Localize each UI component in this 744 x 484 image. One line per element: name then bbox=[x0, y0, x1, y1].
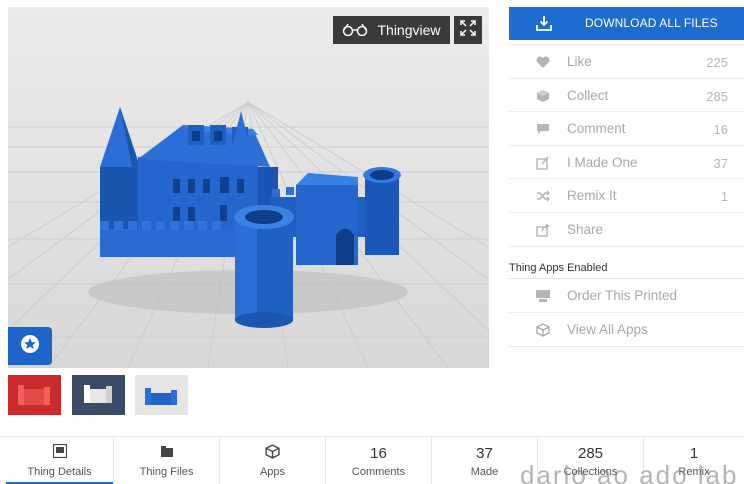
tab-label: Made bbox=[470, 466, 499, 478]
tab-label: Thing Details bbox=[27, 466, 92, 478]
thing-tabs: Thing Details Thing Files Apps 16 Commen… bbox=[0, 436, 744, 484]
like-action[interactable]: Like 225 bbox=[509, 45, 744, 79]
tab-apps[interactable]: Apps bbox=[220, 437, 326, 484]
expand-icon bbox=[460, 19, 476, 41]
thumbnail-blue-castle[interactable] bbox=[135, 375, 188, 415]
thumbnail-red-castle[interactable] bbox=[8, 375, 61, 415]
thing-actions-list: Like 225 Collect 285 Comment 16 I Made O… bbox=[509, 44, 744, 247]
glasses-icon bbox=[342, 22, 368, 39]
remix-label: Remix It bbox=[567, 188, 617, 204]
comment-label: Comment bbox=[567, 121, 626, 137]
made-icon bbox=[535, 155, 551, 171]
cube-icon bbox=[265, 443, 280, 463]
details-icon bbox=[52, 443, 67, 462]
share-icon bbox=[535, 222, 551, 238]
made-one-count: 37 bbox=[713, 155, 728, 171]
remix-action[interactable]: Remix It 1 bbox=[509, 179, 744, 213]
tab-count: 16 bbox=[370, 444, 387, 462]
collect-label: Collect bbox=[567, 87, 609, 103]
model-viewer[interactable]: Thingview bbox=[8, 7, 489, 368]
model-render bbox=[8, 7, 489, 368]
thumbnail-white-castle[interactable] bbox=[72, 375, 125, 415]
featured-badge-button[interactable] bbox=[8, 327, 52, 365]
apps-list: Order This Printed View All Apps bbox=[509, 278, 744, 348]
view-all-apps-action[interactable]: View All Apps bbox=[509, 313, 744, 347]
tab-label: Remix bbox=[678, 466, 710, 478]
cube-icon bbox=[535, 322, 551, 338]
view-all-apps-label: View All Apps bbox=[567, 321, 648, 337]
remix-count: 1 bbox=[720, 189, 728, 205]
tab-count: 37 bbox=[476, 444, 493, 462]
tab-collections[interactable]: 285 Collections bbox=[538, 437, 644, 484]
thingview-button[interactable]: Thingview bbox=[333, 16, 450, 44]
made-one-label: I Made One bbox=[567, 154, 638, 170]
tab-thing-files[interactable]: Thing Files bbox=[114, 437, 220, 484]
printer-icon bbox=[535, 288, 551, 304]
apps-heading: Thing Apps Enabled bbox=[509, 262, 608, 274]
collect-action[interactable]: Collect 285 bbox=[509, 79, 744, 113]
download-label: DOWNLOAD ALL FILES bbox=[585, 16, 718, 30]
remix-icon bbox=[535, 188, 551, 204]
collect-count: 285 bbox=[706, 88, 728, 104]
tab-made[interactable]: 37 Made bbox=[432, 437, 538, 484]
share-label: Share bbox=[567, 221, 604, 237]
tab-count: 1 bbox=[689, 444, 699, 462]
made-one-action[interactable]: I Made One 37 bbox=[509, 146, 744, 180]
tab-label: Thing Files bbox=[139, 466, 194, 478]
tab-label: Apps bbox=[259, 466, 286, 478]
tab-count: 285 bbox=[577, 444, 604, 462]
comment-icon bbox=[535, 121, 551, 137]
tab-remix[interactable]: 1 Remix bbox=[644, 437, 744, 484]
download-all-files-button[interactable]: DOWNLOAD ALL FILES bbox=[509, 7, 744, 40]
comment-count: 16 bbox=[713, 122, 728, 138]
folder-icon bbox=[160, 445, 174, 462]
order-printed-action[interactable]: Order This Printed bbox=[509, 279, 744, 313]
comment-action[interactable]: Comment 16 bbox=[509, 112, 744, 146]
like-label: Like bbox=[567, 54, 592, 69]
star-badge-icon bbox=[20, 334, 40, 359]
thingview-label: Thingview bbox=[377, 22, 441, 38]
collect-icon bbox=[535, 88, 551, 104]
heart-icon bbox=[535, 54, 551, 70]
fullscreen-button[interactable] bbox=[454, 16, 482, 44]
tab-comments[interactable]: 16 Comments bbox=[326, 437, 432, 484]
tab-label: Comments bbox=[351, 466, 406, 478]
order-printed-label: Order This Printed bbox=[567, 288, 678, 303]
tab-thing-details[interactable]: Thing Details bbox=[6, 437, 114, 484]
share-action[interactable]: Share bbox=[509, 213, 744, 247]
download-icon bbox=[536, 15, 552, 34]
like-count: 225 bbox=[706, 55, 728, 70]
tab-label: Collections bbox=[563, 466, 618, 478]
